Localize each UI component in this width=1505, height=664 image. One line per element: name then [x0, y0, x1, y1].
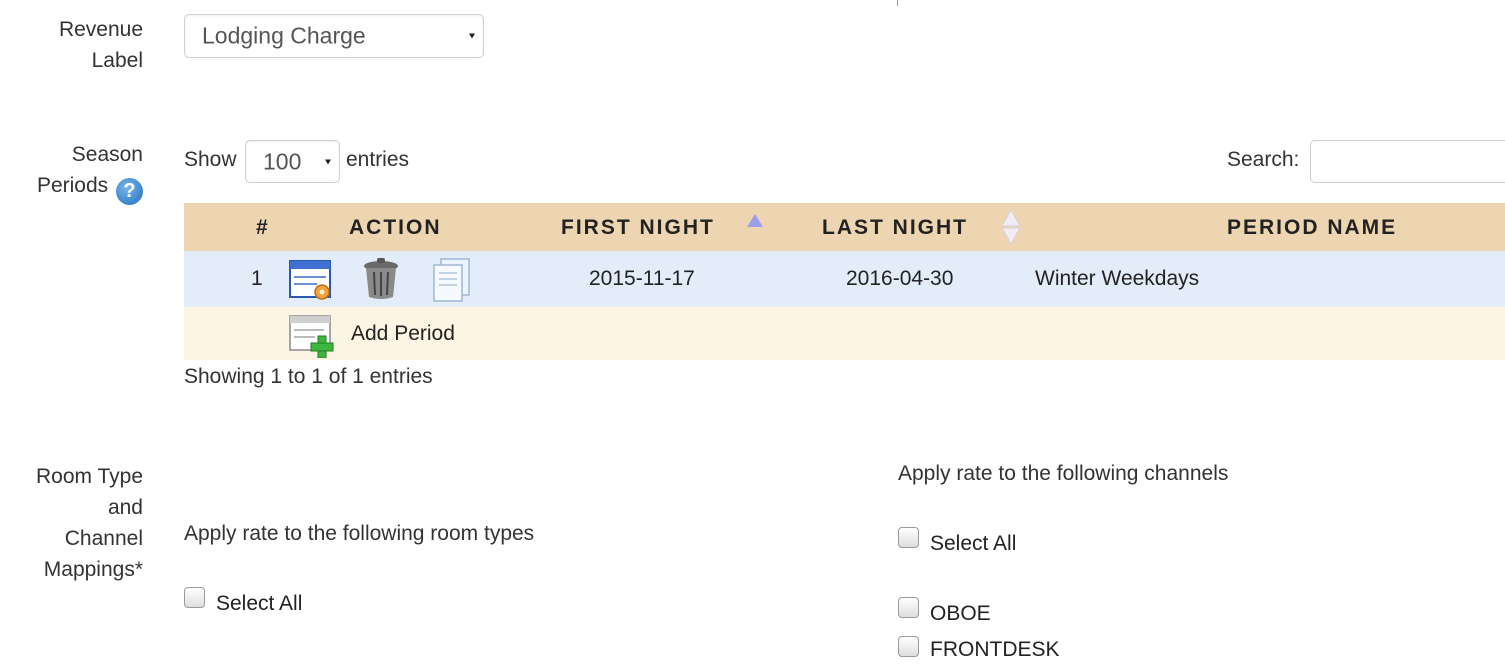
col-action: ACTION	[349, 216, 442, 239]
search-label: Search:	[1227, 148, 1300, 171]
col-number[interactable]: #	[256, 203, 270, 253]
copy-icon[interactable]	[431, 257, 473, 303]
last-night-cell: 2016-04-30	[846, 267, 954, 290]
page-size-value: 100	[263, 148, 302, 174]
channel-label-oboe: OBOE	[930, 602, 991, 625]
channel-label-frontdesk: FRONTDESK	[930, 638, 1060, 661]
table-info: Showing 1 to 1 of 1 entries	[184, 365, 433, 388]
top-divider	[897, 0, 898, 6]
room-types-title: Apply rate to the following room types	[184, 522, 535, 545]
add-period-row: Add Period	[184, 307, 1505, 360]
channels-title: Apply rate to the following channels	[898, 462, 1229, 485]
search-input[interactable]	[1310, 140, 1505, 183]
add-period-link[interactable]: Add Period	[351, 307, 455, 360]
first-night-cell: 2015-11-17	[589, 267, 695, 290]
sort-asc-icon[interactable]	[746, 213, 764, 229]
revenue-label: Revenue Label	[58, 18, 143, 72]
edit-period-icon[interactable]	[289, 259, 333, 301]
channel-checkbox-oboe[interactable]	[898, 597, 919, 618]
channel-select-all-checkbox[interactable]	[898, 527, 919, 548]
room-select-all-checkbox[interactable]	[184, 587, 205, 608]
help-icon[interactable]: ?	[116, 178, 143, 205]
table-header: # ACTION FIRST NIGHT LAST NIGHT PERIOD N…	[184, 203, 1505, 251]
season-periods-label: Season Periods ?	[0, 139, 143, 205]
page-size-select[interactable]: 100	[245, 140, 340, 183]
revenue-label-select[interactable]: Lodging Charge	[184, 14, 484, 58]
revenue-label-select-value: Lodging Charge	[202, 22, 366, 49]
col-period-name[interactable]: PERIOD NAME	[1227, 203, 1397, 253]
chevron-down-icon	[325, 159, 331, 164]
mappings-label: Room Type and Channel Mappings*	[36, 465, 143, 581]
entries-label: entries	[346, 148, 410, 171]
table-row: 1 2015-11-17 2016-04-30 Winter Weekdays	[184, 251, 1505, 307]
col-first-night[interactable]: FIRST NIGHT	[561, 203, 715, 253]
period-name-cell: Winter Weekdays	[1035, 267, 1200, 290]
add-period-icon[interactable]	[289, 314, 335, 358]
room-select-all-label: Select All	[216, 592, 303, 615]
col-last-night[interactable]: LAST NIGHT	[822, 203, 968, 253]
channel-select-all-label: Select All	[930, 532, 1017, 555]
trash-icon[interactable]	[361, 257, 401, 301]
show-label: Show	[184, 148, 237, 171]
chevron-down-icon	[469, 33, 475, 39]
row-number: 1	[251, 267, 263, 290]
sort-both-icon[interactable]	[1001, 209, 1021, 245]
